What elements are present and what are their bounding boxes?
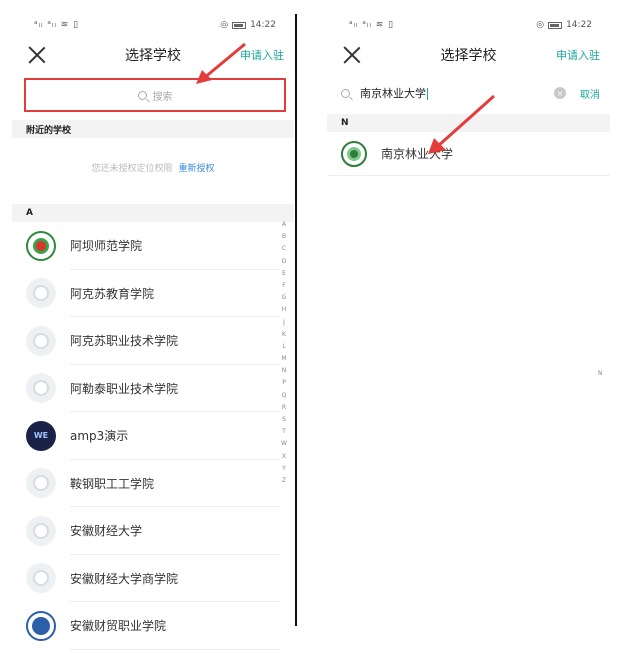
school-logo-icon xyxy=(341,140,367,167)
school-name: 南京林业大学 xyxy=(381,147,454,161)
alphabet-index-letter[interactable]: W xyxy=(281,438,287,450)
search-input[interactable]: 南京林业大学 × 取消 xyxy=(327,78,610,108)
signal-indicators: ᵃₗₗ ᵃₗₗ ≋ ▯ xyxy=(34,20,80,30)
alphabet-index-letter[interactable]: A xyxy=(282,219,286,231)
nav-bar: 选择学校 申请入驻 xyxy=(12,36,294,74)
alphabet-index[interactable]: ABCDEFGHJKLMNPQRSTWXYZ xyxy=(278,219,290,487)
search-query-text: 南京林业大学 xyxy=(360,87,426,100)
school-name: 安徽财经大学 xyxy=(70,524,143,539)
school-name: 阿克苏职业技术学院 xyxy=(70,334,179,349)
school-name: 阿坝师范学院 xyxy=(70,239,143,254)
school-logo-icon: WE xyxy=(26,420,56,451)
alarm-icon: ◎ xyxy=(536,20,545,30)
school-name: 鞍钢职工工学院 xyxy=(70,476,155,491)
panel-divider xyxy=(295,14,297,626)
search-value[interactable]: 南京林业大学 xyxy=(360,85,554,101)
alphabet-index-letter[interactable]: Y xyxy=(282,463,286,475)
school-row[interactable]: 安徽财贸职业学院 xyxy=(12,602,294,650)
school-row[interactable]: 阿勒泰职业技术学院 xyxy=(12,365,294,413)
alphabet-index-letter[interactable]: M xyxy=(281,353,286,365)
alphabet-index-letter[interactable]: H xyxy=(282,304,287,316)
status-right: ◎ 14:22 xyxy=(536,20,592,30)
school-row[interactable]: 阿克苏职业技术学院 xyxy=(12,317,294,365)
school-logo-placeholder-icon xyxy=(26,515,56,546)
school-logo-icon xyxy=(26,610,56,641)
school-row[interactable]: 鞍钢职工工学院 xyxy=(12,460,294,508)
signal-indicators: ᵃₗₗ ᵃₗₗ ≋ ▯ xyxy=(349,20,395,30)
school-name: 阿勒泰职业技术学院 xyxy=(70,381,179,396)
school-row[interactable]: 安徽财经大学 xyxy=(12,507,294,555)
status-bar: ᵃₗₗ ᵃₗₗ ≋ ▯ ◎ 14:22 xyxy=(12,14,294,36)
alphabet-index-letter[interactable]: Z xyxy=(282,475,286,487)
alphabet-index-letter[interactable]: K xyxy=(282,329,286,341)
alphabet-index-letter[interactable]: D xyxy=(282,256,287,268)
search-result-item[interactable]: 南京林业大学 xyxy=(327,132,610,176)
school-list-screen: ᵃₗₗ ᵃₗₗ ≋ ▯ ◎ 14:22 选择学校 申请入驻 搜索 附近的学校 您… xyxy=(12,14,294,650)
cancel-button[interactable]: 取消 xyxy=(580,86,600,101)
battery-icon xyxy=(232,21,247,29)
text-caret xyxy=(427,88,428,100)
section-header-n: N xyxy=(327,114,610,132)
alphabet-index-letter[interactable]: X xyxy=(282,451,286,463)
school-row[interactable]: 阿坝师范学院 xyxy=(12,222,294,270)
school-name: 阿克苏教育学院 xyxy=(70,286,155,301)
school-name: 安徽财贸职业学院 xyxy=(70,619,167,634)
alphabet-index-letter[interactable]: B xyxy=(282,231,286,243)
status-bar: ᵃₗₗ ᵃₗₗ ≋ ▯ ◎ 14:22 xyxy=(327,14,610,36)
alphabet-index-letter[interactable]: P xyxy=(282,377,286,389)
alphabet-index-letter[interactable]: G xyxy=(282,292,287,304)
school-name: 安徽财经大学商学院 xyxy=(70,571,179,586)
search-result-screen: ᵃₗₗ ᵃₗₗ ≋ ▯ ◎ 14:22 选择学校 申请入驻 南京林业大学 × 取… xyxy=(327,14,610,184)
reauthorize-link[interactable]: 重新授权 xyxy=(179,161,215,174)
alphabet-index-letter[interactable]: F xyxy=(282,280,285,292)
school-list: 阿坝师范学院 阿克苏教育学院 阿克苏职业技术学院 阿勒泰职业技术学院 WE am… xyxy=(12,222,294,650)
school-logo-placeholder-icon xyxy=(26,563,56,594)
section-header-a: A xyxy=(12,204,294,222)
status-time: 14:22 xyxy=(566,20,592,30)
alphabet-index-letter[interactable]: N xyxy=(282,365,287,377)
school-logo-icon xyxy=(26,230,56,261)
clear-icon[interactable]: × xyxy=(554,87,566,99)
status-right: ◎ 14:22 xyxy=(220,20,276,30)
alphabet-index-letter[interactable]: Q xyxy=(282,390,287,402)
alphabet-index-letter[interactable]: R xyxy=(282,402,286,414)
apply-join-button[interactable]: 申请入驻 xyxy=(240,47,284,63)
search-icon xyxy=(341,88,350,98)
alphabet-index-letter[interactable]: N xyxy=(598,370,603,377)
nav-bar: 选择学校 申请入驻 xyxy=(327,36,610,74)
alphabet-index-letter[interactable]: T xyxy=(282,426,286,438)
status-time: 14:22 xyxy=(250,20,276,30)
battery-icon xyxy=(548,21,563,29)
alphabet-index-letter[interactable]: S xyxy=(282,414,286,426)
school-logo-placeholder-icon xyxy=(26,373,56,404)
school-row[interactable]: 安徽财经大学商学院 xyxy=(12,555,294,603)
alphabet-index-letter[interactable]: L xyxy=(282,341,285,353)
alphabet-index-letter[interactable]: E xyxy=(282,268,286,280)
location-permission-text: 您还未授权定位权限 xyxy=(91,163,173,174)
apply-join-button[interactable]: 申请入驻 xyxy=(556,47,600,63)
search-placeholder: 搜索 xyxy=(152,91,173,103)
alphabet-index-letter[interactable]: J xyxy=(283,317,285,329)
nearby-heading: 附近的学校 xyxy=(12,120,294,138)
search-icon xyxy=(137,90,147,100)
school-name: amp3演示 xyxy=(70,429,129,444)
school-logo-placeholder-icon xyxy=(26,278,56,309)
nearby-message: 您还未授权定位权限 重新授权 xyxy=(12,138,294,196)
alarm-icon: ◎ xyxy=(220,20,229,30)
search-input[interactable]: 搜索 xyxy=(24,78,286,112)
school-logo-placeholder-icon xyxy=(26,325,56,356)
school-row[interactable]: 阿克苏教育学院 xyxy=(12,270,294,318)
alphabet-index-letter[interactable]: C xyxy=(282,243,286,255)
school-row[interactable]: WE amp3演示 xyxy=(12,412,294,460)
school-logo-placeholder-icon xyxy=(26,468,56,499)
